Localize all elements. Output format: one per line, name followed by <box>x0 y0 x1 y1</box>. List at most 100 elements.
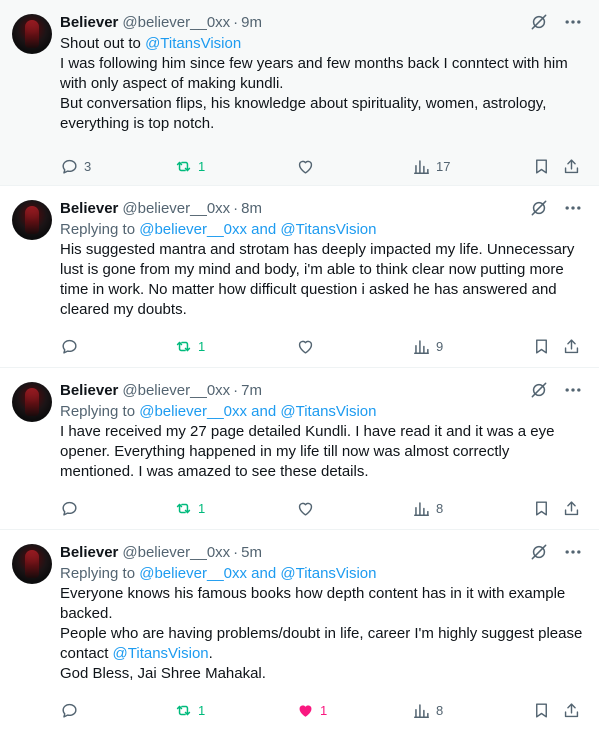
repost-icon <box>174 499 193 518</box>
reply-mention-link[interactable]: @believer__0xx <box>139 221 247 238</box>
timestamp[interactable]: 9m <box>241 13 262 33</box>
avatar[interactable] <box>12 382 52 422</box>
replying-to: Replying to @believer__0xx and @TitansVi… <box>60 403 377 420</box>
reply-mention-link[interactable]: @TitansVision <box>280 221 376 238</box>
repost-icon <box>174 157 193 176</box>
separator-dot: · <box>233 14 239 31</box>
timestamp[interactable]: 8m <box>241 199 262 219</box>
share-icon <box>562 337 581 356</box>
action-bar: 18 <box>60 498 583 518</box>
tweet-text: Everyone knows his famous books how dept… <box>60 584 583 684</box>
user-handle[interactable]: @believer__0xx <box>122 13 230 33</box>
reply-button[interactable] <box>60 337 84 356</box>
share-icon <box>562 157 581 176</box>
tweet-text-line: Shout out to @TitansVision <box>60 35 242 52</box>
reply-and-text: and <box>247 221 281 238</box>
repost-button[interactable]: 1 <box>174 337 205 356</box>
reply-mention-link[interactable]: @TitansVision <box>280 565 376 582</box>
repost-count: 1 <box>198 158 206 174</box>
timestamp[interactable]: 7m <box>241 381 262 401</box>
display-name[interactable]: Believer <box>60 543 118 563</box>
repost-button[interactable]: 1 <box>174 701 205 720</box>
reply-icon <box>60 337 79 356</box>
avatar[interactable] <box>12 200 52 240</box>
display-name[interactable]: Believer <box>60 13 118 33</box>
display-name[interactable]: Believer <box>60 381 118 401</box>
tweet-text-line: God Bless, Jai Shree Mahakal. <box>60 665 266 682</box>
view-count: 17 <box>436 158 451 174</box>
repost-count: 1 <box>198 702 206 718</box>
like-button[interactable] <box>296 337 320 356</box>
user-handle[interactable]: @believer__0xx <box>122 381 230 401</box>
tweet-text: His suggested mantra and strotam has dee… <box>60 240 583 320</box>
reply-icon <box>60 499 79 518</box>
repost-icon <box>174 701 193 720</box>
action-bar: 1 1 8 <box>60 700 583 720</box>
reply-mention-link[interactable]: @believer__0xx <box>139 565 247 582</box>
repost-button[interactable]: 1 <box>174 499 205 518</box>
timestamp[interactable]: 5m <box>241 543 262 563</box>
like-button[interactable]: 1 <box>296 701 327 720</box>
views-button[interactable]: 9 <box>412 337 443 356</box>
display-name[interactable]: Believer <box>60 199 118 219</box>
share-icon <box>562 499 581 518</box>
tweet-header: Believer @believer__0xx · 9m <box>60 12 583 34</box>
share-button[interactable] <box>562 337 581 356</box>
like-button[interactable] <box>296 157 320 176</box>
views-icon <box>412 701 431 720</box>
reply-button[interactable] <box>60 701 84 720</box>
like-icon <box>296 337 315 356</box>
tweet-header: Believer @believer__0xx · 7m <box>60 380 583 402</box>
more-icon[interactable] <box>563 380 583 400</box>
reply-button[interactable]: 3 <box>60 157 91 176</box>
tweet[interactable]: Believer @believer__0xx · 7m Replying to @be… <box>0 368 599 530</box>
share-button[interactable] <box>562 499 581 518</box>
tweet[interactable]: Believer @believer__0xx · 5m Replying to @be… <box>0 530 599 732</box>
reply-and-text: and <box>247 565 281 582</box>
reply-count: 3 <box>84 158 92 174</box>
more-icon[interactable] <box>563 198 583 218</box>
grok-icon[interactable] <box>529 12 549 32</box>
more-icon[interactable] <box>563 542 583 562</box>
replying-to: Replying to @believer__0xx and @TitansVi… <box>60 221 377 238</box>
grok-icon[interactable] <box>529 380 549 400</box>
view-count: 8 <box>436 500 444 516</box>
views-button[interactable]: 8 <box>412 499 443 518</box>
tweet[interactable]: Believer @believer__0xx · 8m Replying to @be… <box>0 186 599 368</box>
view-count: 9 <box>436 338 444 354</box>
bookmark-button[interactable] <box>532 157 551 176</box>
tweet[interactable]: Believer @believer__0xx · 9m Shout out to @T… <box>0 0 599 186</box>
bookmark-button[interactable] <box>532 337 551 356</box>
repost-icon <box>174 337 193 356</box>
separator-dot: · <box>233 200 239 217</box>
reply-and-text: and <box>247 403 281 420</box>
share-button[interactable] <box>562 157 581 176</box>
views-button[interactable]: 17 <box>412 157 450 176</box>
reply-mention-link[interactable]: @believer__0xx <box>139 403 247 420</box>
share-button[interactable] <box>562 701 581 720</box>
tweet-text-line: His suggested mantra and strotam has dee… <box>60 241 575 318</box>
like-count: 1 <box>320 702 328 718</box>
repost-button[interactable]: 1 <box>174 157 205 176</box>
grok-icon[interactable] <box>529 542 549 562</box>
views-button[interactable]: 8 <box>412 701 443 720</box>
reply-mention-link[interactable]: @TitansVision <box>280 403 376 420</box>
bookmark-button[interactable] <box>532 499 551 518</box>
bookmark-button[interactable] <box>532 701 551 720</box>
separator-dot: · <box>233 382 239 399</box>
like-button[interactable] <box>296 499 320 518</box>
avatar[interactable] <box>12 14 52 54</box>
mention-link[interactable]: @TitansVision <box>145 35 241 52</box>
repost-count: 1 <box>198 338 206 354</box>
share-icon <box>562 701 581 720</box>
grok-icon[interactable] <box>529 198 549 218</box>
user-handle[interactable]: @believer__0xx <box>122 199 230 219</box>
avatar[interactable] <box>12 544 52 584</box>
separator-dot: · <box>233 544 239 561</box>
reply-button[interactable] <box>60 499 84 518</box>
user-handle[interactable]: @believer__0xx <box>122 543 230 563</box>
mention-link[interactable]: @TitansVision <box>113 645 209 662</box>
views-icon <box>412 157 431 176</box>
like-icon <box>296 499 315 518</box>
more-icon[interactable] <box>563 12 583 32</box>
